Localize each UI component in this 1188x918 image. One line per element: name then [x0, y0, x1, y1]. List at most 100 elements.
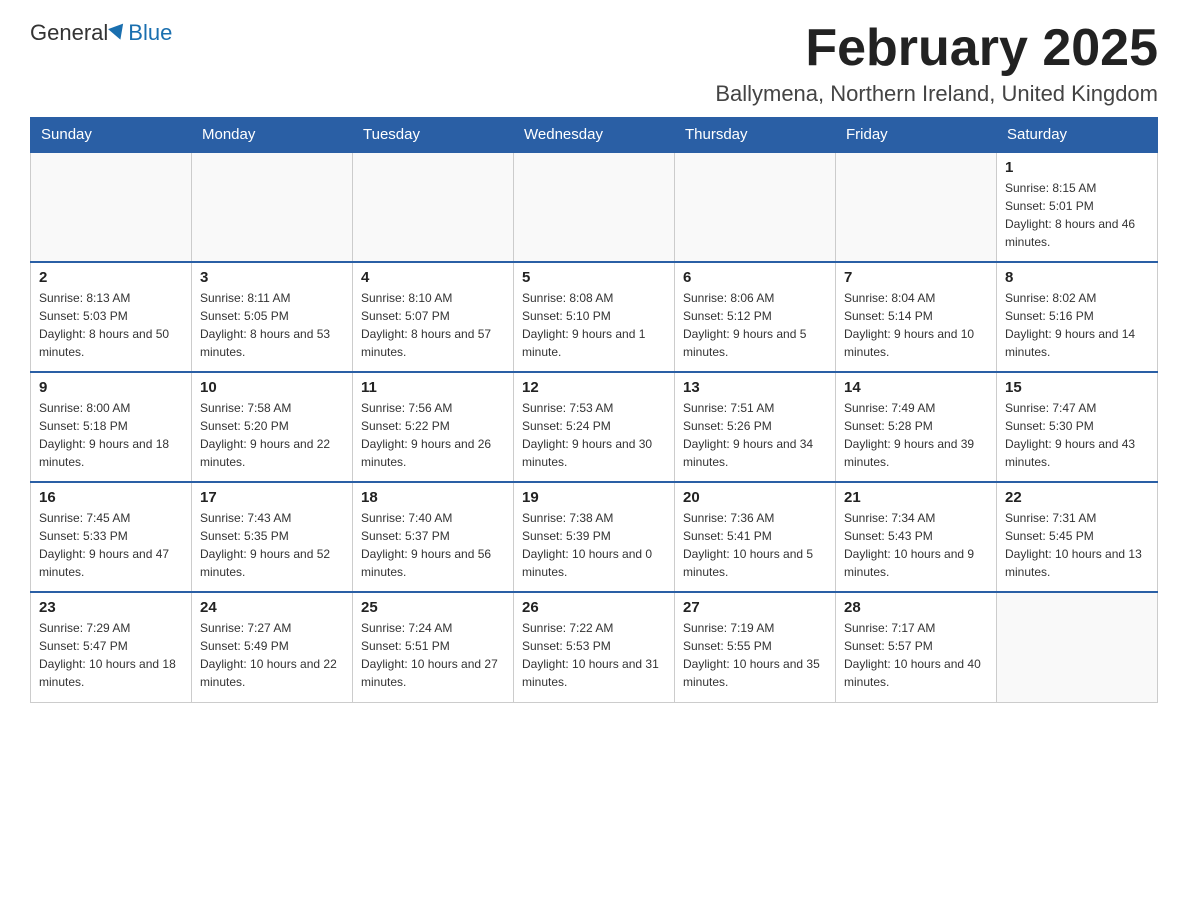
day-number: 4: [361, 269, 505, 286]
calendar-cell: 9 Sunrise: 8:00 AMSunset: 5:18 PMDaylight…: [31, 372, 192, 482]
day-info: Sunrise: 8:04 AMSunset: 5:14 PMDaylight:…: [844, 289, 988, 361]
day-info: Sunrise: 7:31 AMSunset: 5:45 PMDaylight:…: [1005, 509, 1149, 581]
calendar-cell: 14 Sunrise: 7:49 AMSunset: 5:28 PMDayligh…: [836, 372, 997, 482]
day-number: 9: [39, 379, 183, 396]
calendar-cell: [514, 152, 675, 262]
calendar-cell: [997, 592, 1158, 702]
calendar-cell: 7Sunrise: 8:04 AMSunset: 5:14 PMDaylight…: [836, 262, 997, 372]
calendar-cell: 11 Sunrise: 7:56 AMSunset: 5:22 PMDayligh…: [353, 372, 514, 482]
day-info: Sunrise: 8:02 AMSunset: 5:16 PMDaylight:…: [1005, 289, 1149, 361]
day-info: Sunrise: 7:29 AMSunset: 5:47 PMDaylight:…: [39, 619, 183, 691]
calendar-cell: 12Sunrise: 7:53 AMSunset: 5:24 PMDayligh…: [514, 372, 675, 482]
weekday-header-monday: Monday: [192, 118, 353, 153]
calendar-cell: [836, 152, 997, 262]
calendar-cell: 3 Sunrise: 8:11 AMSunset: 5:05 PMDaylight…: [192, 262, 353, 372]
calendar-cell: 6 Sunrise: 8:06 AMSunset: 5:12 PMDaylight…: [675, 262, 836, 372]
day-info: Sunrise: 8:06 AMSunset: 5:12 PMDaylight:…: [683, 289, 827, 361]
day-info: Sunrise: 7:24 AMSunset: 5:51 PMDaylight:…: [361, 619, 505, 691]
calendar-cell: 2 Sunrise: 8:13 AMSunset: 5:03 PMDaylight…: [31, 262, 192, 372]
calendar-cell: 27 Sunrise: 7:19 AMSunset: 5:55 PMDayligh…: [675, 592, 836, 702]
day-number: 8: [1005, 269, 1149, 286]
day-info: Sunrise: 8:08 AMSunset: 5:10 PMDaylight:…: [522, 289, 666, 361]
calendar-cell: 28 Sunrise: 7:17 AMSunset: 5:57 PMDayligh…: [836, 592, 997, 702]
day-number: 5: [522, 269, 666, 286]
calendar-cell: [675, 152, 836, 262]
day-info: Sunrise: 7:22 AMSunset: 5:53 PMDaylight:…: [522, 619, 666, 691]
day-info: Sunrise: 8:00 AMSunset: 5:18 PMDaylight:…: [39, 399, 183, 471]
calendar-cell: 18Sunrise: 7:40 AMSunset: 5:37 PMDayligh…: [353, 482, 514, 592]
title-area: February 2025 Ballymena, Northern Irelan…: [715, 20, 1158, 107]
day-number: 18: [361, 489, 505, 506]
day-number: 6: [683, 269, 827, 286]
day-number: 14: [844, 379, 988, 396]
calendar-cell: 22 Sunrise: 7:31 AMSunset: 5:45 PMDayligh…: [997, 482, 1158, 592]
day-info: Sunrise: 7:51 AMSunset: 5:26 PMDaylight:…: [683, 399, 827, 471]
day-info: Sunrise: 7:34 AMSunset: 5:43 PMDaylight:…: [844, 509, 988, 581]
calendar-cell: 15 Sunrise: 7:47 AMSunset: 5:30 PMDayligh…: [997, 372, 1158, 482]
calendar-cell: 24 Sunrise: 7:27 AMSunset: 5:49 PMDayligh…: [192, 592, 353, 702]
weekday-header-sunday: Sunday: [31, 118, 192, 153]
day-number: 16: [39, 489, 183, 506]
day-info: Sunrise: 7:27 AMSunset: 5:49 PMDaylight:…: [200, 619, 344, 691]
location-title: Ballymena, Northern Ireland, United King…: [715, 81, 1158, 107]
weekday-header-tuesday: Tuesday: [353, 118, 514, 153]
day-info: Sunrise: 7:56 AMSunset: 5:22 PMDaylight:…: [361, 399, 505, 471]
day-number: 26: [522, 599, 666, 616]
day-info: Sunrise: 8:10 AMSunset: 5:07 PMDaylight:…: [361, 289, 505, 361]
calendar-cell: 20Sunrise: 7:36 AMSunset: 5:41 PMDayligh…: [675, 482, 836, 592]
weekday-header-saturday: Saturday: [997, 118, 1158, 153]
calendar-cell: [353, 152, 514, 262]
calendar-cell: 26 Sunrise: 7:22 AMSunset: 5:53 PMDayligh…: [514, 592, 675, 702]
day-info: Sunrise: 7:43 AMSunset: 5:35 PMDaylight:…: [200, 509, 344, 581]
calendar-week-row: 9 Sunrise: 8:00 AMSunset: 5:18 PMDaylight…: [31, 372, 1158, 482]
day-info: Sunrise: 7:45 AMSunset: 5:33 PMDaylight:…: [39, 509, 183, 581]
calendar-cell: [192, 152, 353, 262]
calendar-cell: 23 Sunrise: 7:29 AMSunset: 5:47 PMDayligh…: [31, 592, 192, 702]
day-number: 3: [200, 269, 344, 286]
calendar-cell: 21Sunrise: 7:34 AMSunset: 5:43 PMDayligh…: [836, 482, 997, 592]
day-number: 15: [1005, 379, 1149, 396]
logo-triangle-icon: [108, 24, 128, 43]
weekday-header-wednesday: Wednesday: [514, 118, 675, 153]
day-number: 25: [361, 599, 505, 616]
day-number: 10: [200, 379, 344, 396]
calendar-week-row: 2 Sunrise: 8:13 AMSunset: 5:03 PMDaylight…: [31, 262, 1158, 372]
day-info: Sunrise: 7:49 AMSunset: 5:28 PMDaylight:…: [844, 399, 988, 471]
day-number: 22: [1005, 489, 1149, 506]
day-number: 19: [522, 489, 666, 506]
day-number: 1: [1005, 159, 1149, 176]
header: General Blue February 2025 Ballymena, No…: [30, 20, 1158, 107]
day-info: Sunrise: 7:17 AMSunset: 5:57 PMDaylight:…: [844, 619, 988, 691]
calendar-cell: [31, 152, 192, 262]
day-number: 27: [683, 599, 827, 616]
day-number: 11: [361, 379, 505, 396]
day-info: Sunrise: 8:13 AMSunset: 5:03 PMDaylight:…: [39, 289, 183, 361]
day-number: 2: [39, 269, 183, 286]
day-info: Sunrise: 7:47 AMSunset: 5:30 PMDaylight:…: [1005, 399, 1149, 471]
calendar-cell: 25 Sunrise: 7:24 AMSunset: 5:51 PMDayligh…: [353, 592, 514, 702]
day-info: Sunrise: 7:38 AMSunset: 5:39 PMDaylight:…: [522, 509, 666, 581]
weekday-header-row: SundayMondayTuesdayWednesdayThursdayFrid…: [31, 118, 1158, 153]
calendar-cell: 19 Sunrise: 7:38 AMSunset: 5:39 PMDayligh…: [514, 482, 675, 592]
day-info: Sunrise: 8:15 AMSunset: 5:01 PMDaylight:…: [1005, 179, 1149, 251]
logo-blue-text: Blue: [128, 20, 172, 46]
calendar-week-row: 16 Sunrise: 7:45 AMSunset: 5:33 PMDayligh…: [31, 482, 1158, 592]
day-number: 17: [200, 489, 344, 506]
day-number: 23: [39, 599, 183, 616]
day-info: Sunrise: 8:11 AMSunset: 5:05 PMDaylight:…: [200, 289, 344, 361]
calendar-body: 1 Sunrise: 8:15 AMSunset: 5:01 PMDaylight…: [31, 152, 1158, 702]
calendar-cell: 17 Sunrise: 7:43 AMSunset: 5:35 PMDayligh…: [192, 482, 353, 592]
calendar-header: SundayMondayTuesdayWednesdayThursdayFrid…: [31, 118, 1158, 153]
calendar: SundayMondayTuesdayWednesdayThursdayFrid…: [30, 117, 1158, 703]
calendar-cell: 1 Sunrise: 8:15 AMSunset: 5:01 PMDaylight…: [997, 152, 1158, 262]
calendar-cell: 8 Sunrise: 8:02 AMSunset: 5:16 PMDaylight…: [997, 262, 1158, 372]
calendar-week-row: 1 Sunrise: 8:15 AMSunset: 5:01 PMDaylight…: [31, 152, 1158, 262]
weekday-header-thursday: Thursday: [675, 118, 836, 153]
day-info: Sunrise: 7:19 AMSunset: 5:55 PMDaylight:…: [683, 619, 827, 691]
day-number: 24: [200, 599, 344, 616]
month-title: February 2025: [715, 20, 1158, 77]
calendar-cell: 13Sunrise: 7:51 AMSunset: 5:26 PMDayligh…: [675, 372, 836, 482]
calendar-week-row: 23 Sunrise: 7:29 AMSunset: 5:47 PMDayligh…: [31, 592, 1158, 702]
day-number: 28: [844, 599, 988, 616]
calendar-cell: 5 Sunrise: 8:08 AMSunset: 5:10 PMDaylight…: [514, 262, 675, 372]
